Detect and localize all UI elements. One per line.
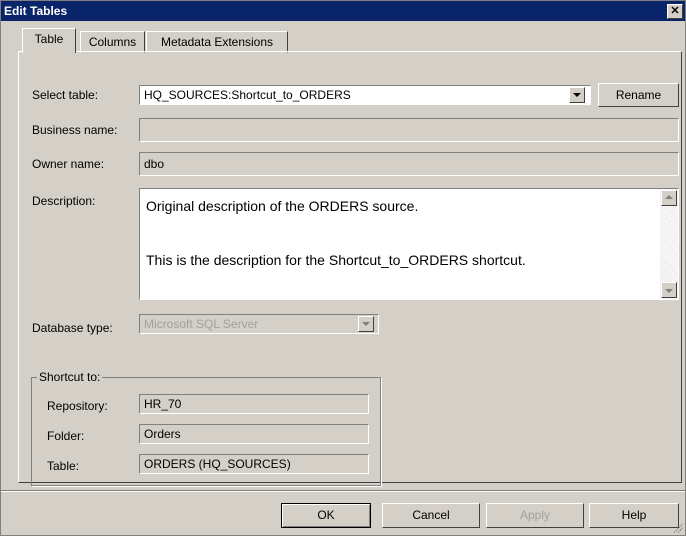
scroll-up-icon[interactable] xyxy=(661,190,677,206)
folder-label: Folder: xyxy=(47,429,85,443)
window-title: Edit Tables xyxy=(4,4,68,18)
owner-name-value: dbo xyxy=(144,157,165,171)
close-icon[interactable]: ✕ xyxy=(667,4,683,19)
business-name-field[interactable] xyxy=(139,118,679,142)
folder-value: Orders xyxy=(144,427,181,441)
tab-table[interactable]: Table xyxy=(22,28,76,53)
database-type-dropdown[interactable]: Microsoft SQL Server xyxy=(139,314,379,334)
table-value: ORDERS (HQ_SOURCES) xyxy=(144,457,291,471)
repository-label: Repository: xyxy=(47,399,108,413)
folder-field: Orders xyxy=(139,424,369,444)
divider xyxy=(1,490,685,492)
database-type-dropdown-arrow-icon[interactable] xyxy=(358,316,374,332)
select-table-label: Select table: xyxy=(32,88,99,102)
description-scrollbar[interactable] xyxy=(660,189,678,299)
resize-grip-icon[interactable] xyxy=(673,523,683,533)
repository-field: HR_70 xyxy=(139,394,369,414)
table-field: ORDERS (HQ_SOURCES) xyxy=(139,454,369,474)
database-type-value: Microsoft SQL Server xyxy=(144,317,259,331)
help-button[interactable]: Help xyxy=(589,503,679,528)
table-label: Table: xyxy=(47,459,80,473)
description-line-1: Original description of the ORDERS sourc… xyxy=(146,198,419,214)
scroll-down-icon[interactable] xyxy=(661,282,677,298)
description-textarea[interactable]: Original description of the ORDERS sourc… xyxy=(139,188,679,300)
rename-button[interactable]: Rename xyxy=(598,83,679,107)
description-text: Original description of the ORDERS sourc… xyxy=(146,197,656,269)
tab-metadata-extensions[interactable]: Metadata Extensions xyxy=(146,31,288,53)
cancel-button[interactable]: Cancel xyxy=(382,503,480,528)
title-bar: Edit Tables ✕ xyxy=(1,1,685,21)
repository-value: HR_70 xyxy=(144,397,182,411)
dropdown-arrow-icon[interactable] xyxy=(569,87,585,103)
apply-button[interactable]: Apply xyxy=(486,503,584,528)
tab-columns[interactable]: Columns xyxy=(80,31,145,53)
ok-button[interactable]: OK xyxy=(281,503,371,528)
tab-columns-label: Columns xyxy=(88,35,137,49)
edit-tables-dialog: Edit Tables ✕ Table Columns Metadata Ext… xyxy=(0,0,686,536)
description-label: Description: xyxy=(32,194,96,208)
owner-name-label: Owner name: xyxy=(32,157,105,171)
tab-table-label: Table xyxy=(34,32,64,46)
tab-metadata-extensions-label: Metadata Extensions xyxy=(160,35,274,49)
select-table-value: HQ_SOURCES:Shortcut_to_ORDERS xyxy=(144,88,351,102)
business-name-label: Business name: xyxy=(32,123,118,137)
select-table-dropdown[interactable]: HQ_SOURCES:Shortcut_to_ORDERS xyxy=(139,85,591,105)
description-line-2: This is the description for the Shortcut… xyxy=(146,252,526,268)
owner-name-field[interactable]: dbo xyxy=(139,152,679,176)
database-type-label: Database type: xyxy=(32,321,113,335)
shortcut-legend: Shortcut to: xyxy=(37,370,103,384)
